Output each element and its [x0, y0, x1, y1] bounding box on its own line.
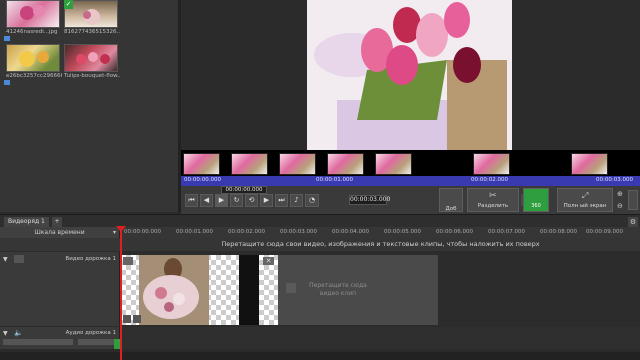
video-drop-zone[interactable]: Перетащите сюда видео клип	[278, 255, 438, 325]
add-tab-button[interactable]: +	[52, 217, 62, 227]
preview-image	[307, 0, 512, 150]
timer-icon[interactable]: ◔	[305, 194, 319, 207]
audio-balance-slider[interactable]	[78, 339, 116, 345]
filmstrip-frame	[231, 153, 268, 175]
library-item-label: e26bc3257cc296666...	[6, 73, 62, 79]
library-item-label: 816277436515326...	[64, 29, 120, 35]
overlay-track-head	[0, 238, 121, 251]
filmstrip-frame	[375, 153, 412, 175]
time-tick: 00:00:02.000	[228, 229, 265, 235]
timeline-playhead[interactable]	[120, 226, 122, 360]
audio-track-area[interactable]	[121, 327, 640, 349]
crop-icon[interactable]	[123, 315, 131, 323]
drop-hint-text: Перетащите сюда видео клип	[309, 282, 367, 297]
fullscreen-icon: ⤢	[582, 191, 589, 200]
library-thumbnail[interactable]	[6, 44, 60, 72]
transparent-area	[259, 255, 278, 325]
volume-icon[interactable]: ♪	[290, 194, 303, 207]
check-icon: ✓	[64, 0, 73, 9]
audio-track-label: Аудио дорожка 1	[65, 330, 116, 336]
video-track-icon	[14, 255, 24, 263]
audio-track-header[interactable]: ▼ 🔈 Аудио дорожка 1	[0, 327, 120, 349]
film-icon	[286, 283, 296, 293]
speaker-icon[interactable]: 🔈	[14, 329, 23, 337]
speed-label: 360	[531, 203, 541, 209]
timescale-text: Шкала времени	[34, 229, 85, 236]
fullscreen-button[interactable]: ⤢ Полн ый экран	[557, 188, 613, 212]
video-clip[interactable]	[121, 255, 239, 325]
filmstrip-frame	[473, 153, 510, 175]
time-tick: 00:00:01.000	[176, 229, 213, 235]
zoom-slider[interactable]	[628, 190, 638, 210]
scissors-icon: ✂	[489, 191, 497, 201]
collapse-icon[interactable]: ▼	[3, 256, 8, 263]
tulips-preview-image	[307, 0, 512, 150]
current-time-display: 00:00:03.000	[349, 195, 391, 205]
video-track-label: Видео дорожка 1	[65, 256, 116, 262]
timescale-label[interactable]: Шкала времени ▾	[0, 227, 120, 238]
preview-time-ruler[interactable]: 00:00:00.000 00:00:01.000 00:00:02.000 0…	[181, 176, 640, 186]
bottom-bar	[0, 352, 640, 360]
fullscreen-label: Полн ый экран	[563, 203, 607, 209]
add-button[interactable]: Доб	[439, 188, 463, 212]
time-tick: 00:00:03.000	[280, 229, 317, 235]
video-track-area[interactable]: ✕ Перетащите сюда видео клип	[121, 252, 640, 326]
video-track-header[interactable]: ▼ Видео дорожка 1	[0, 252, 120, 326]
ruler-label: 00:00:02.000	[471, 177, 508, 183]
zoom-in-icon[interactable]: ⊕	[617, 190, 625, 198]
timeline-tabs: Видеоряд 1 + ⚙	[0, 214, 640, 227]
time-tick: 00:00:07.000	[488, 229, 525, 235]
image-type-icon	[4, 36, 10, 41]
ruler-label: 00:00:00.000	[184, 177, 221, 183]
skip-start-icon[interactable]: ⏮	[185, 194, 198, 207]
library-thumbnail[interactable]	[6, 0, 60, 28]
split-label: Разделить	[477, 203, 509, 209]
overlay-drop-hint[interactable]: Перетащите сюда свои видео, изображения …	[121, 238, 640, 251]
zoom-out-icon[interactable]: ⊖	[617, 202, 625, 210]
collapse-icon[interactable]: ▼	[3, 330, 8, 337]
time-tick: 00:00:06.000	[436, 229, 473, 235]
play-icon[interactable]: ▶	[215, 194, 228, 207]
time-tick: 00:00:04.000	[332, 229, 369, 235]
edit-icon[interactable]	[123, 257, 133, 265]
effects-icon[interactable]	[133, 315, 141, 323]
loop-icon[interactable]: ↻	[230, 194, 243, 207]
close-icon[interactable]: ✕	[263, 257, 274, 265]
step-forward-icon[interactable]: ▶	[260, 194, 273, 207]
tab-videoryad-1[interactable]: Видеоряд 1	[4, 217, 49, 227]
filmstrip-frame	[327, 153, 364, 175]
preview-filmstrip[interactable]	[181, 150, 640, 178]
timeline-header[interactable]: Шкала времени ▾ 00:00:00.000 00:00:01.00…	[0, 227, 640, 238]
filmstrip-frame	[571, 153, 608, 175]
tulips-image-icon	[76, 52, 110, 64]
audio-volume-slider[interactable]	[3, 339, 73, 345]
time-tick: 00:00:00.000	[124, 229, 161, 235]
media-library-panel: 41246nasredi...jpg ✓ 816277436515326... …	[0, 0, 180, 212]
filmstrip-frame	[183, 153, 220, 175]
small-time-readout: 00:00:00.000	[221, 186, 267, 194]
step-back-icon[interactable]: ◀	[200, 194, 213, 207]
library-item-label: 41246nasredi...jpg	[6, 29, 58, 35]
time-tick: 00:00:05.000	[384, 229, 421, 235]
chevron-down-icon: ▾	[112, 229, 116, 236]
flowers-image-icon	[20, 5, 45, 20]
settings-icon[interactable]: ⚙	[628, 217, 638, 227]
ruler-label: 00:00:01.000	[316, 177, 353, 183]
image-type-icon	[4, 80, 10, 85]
time-tick: 00:00:09.000	[586, 229, 623, 235]
playback-controls: 00:00:00.000 ⏮ ◀ ▶ ↻ ⟲ ▶ ⏭ ♪ ◔ 00:00:03.…	[181, 186, 640, 214]
library-item-label: Tulips-bouquet-flow...	[64, 73, 120, 79]
skip-end-icon[interactable]: ⏭	[275, 194, 288, 207]
speed-button[interactable]: 360	[523, 188, 549, 212]
transition-block[interactable]: ✕	[239, 255, 278, 325]
video-editor-window: 41246nasredi...jpg ✓ 816277436515326... …	[0, 0, 640, 360]
filmstrip-frame	[279, 153, 316, 175]
library-thumbnail[interactable]	[64, 44, 118, 72]
yellow-flowers-image-icon	[19, 51, 49, 67]
split-button[interactable]: ✂ Разделить	[467, 188, 519, 212]
ruler-label: 00:00:03.000	[596, 177, 633, 183]
time-tick: 00:00:08.000	[540, 229, 577, 235]
repeat-icon[interactable]: ⟲	[245, 194, 258, 207]
